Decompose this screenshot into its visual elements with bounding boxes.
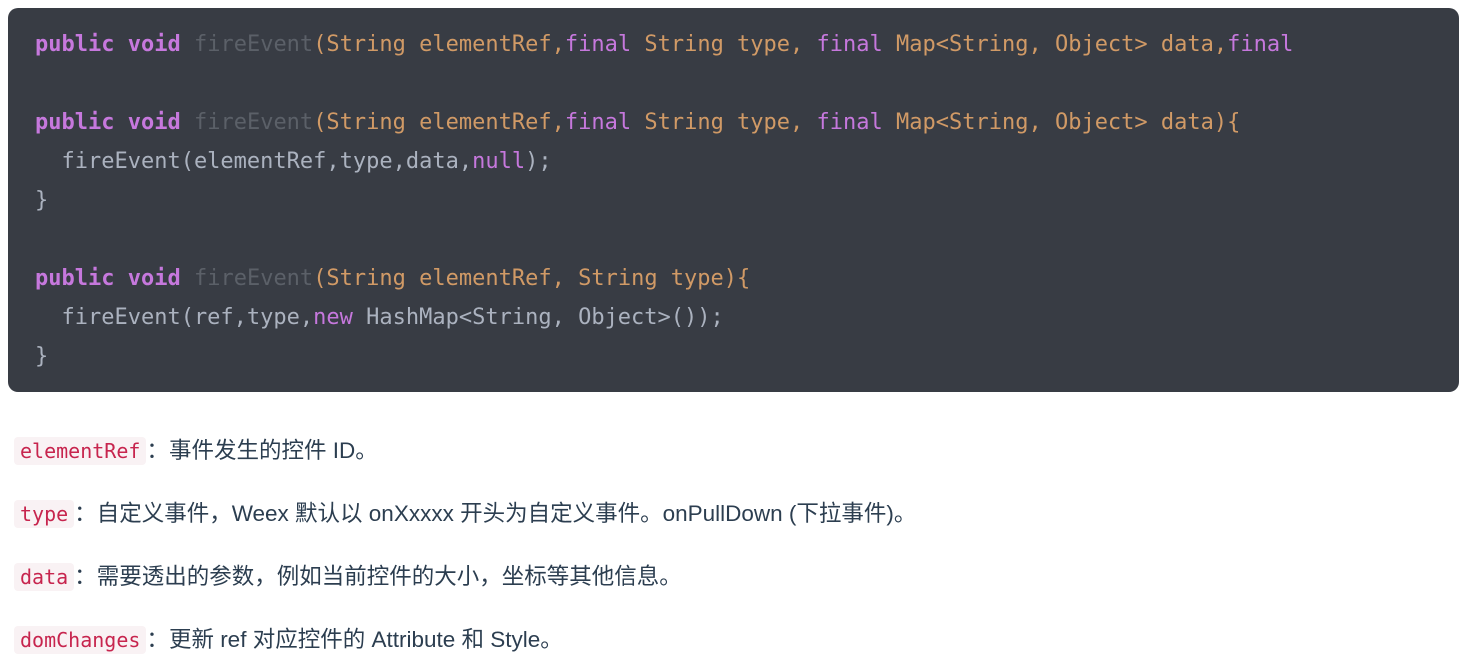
code-token: fireEvent(elementRef,type,data,	[35, 149, 473, 174]
code-token: Map<String, Object> data,	[882, 32, 1228, 57]
code-token: null	[472, 149, 526, 174]
code-token: Map<String, Object> data){	[882, 110, 1241, 135]
code-token: void	[127, 110, 181, 135]
code-token: (String elementRef,	[313, 32, 565, 57]
code-token: (String elementRef, String type){	[313, 266, 751, 291]
code-line: fireEvent(elementRef,type,data,null);	[35, 142, 1459, 181]
code-line: }	[35, 181, 1459, 220]
code-line: public void fireEvent(String elementRef,…	[35, 25, 1459, 64]
code-token: String type,	[631, 32, 817, 57]
inline-code-domChanges: domChanges	[14, 626, 147, 654]
code-token: final	[816, 32, 883, 57]
parameter-item-domChanges: domChanges ：更新 ref 对应控件的 Attribute 和 Styl…	[0, 623, 577, 657]
parameter-description: 需要透出的参数，例如当前控件的大小，坐标等其他信息。	[96, 564, 682, 589]
parameter-description: 自定义事件，Weex 默认以 onXxxxx 开头为自定义事件。onPullDo…	[96, 501, 917, 526]
code-block: public void fireEvent(String elementRef,…	[8, 8, 1459, 392]
code-token: final	[564, 110, 632, 135]
parameter-item-type: type ：自定义事件，Weex 默认以 onXxxxx 开头为自定义事件。onP…	[0, 497, 930, 531]
code-token: public	[35, 266, 115, 291]
separator: ：	[146, 438, 169, 463]
parameter-description: 事件发生的控件 ID。	[168, 438, 378, 463]
parameter-description: 更新 ref 对应控件的 Attribute 和 Style。	[168, 627, 563, 652]
code-token: final	[816, 110, 883, 135]
code-token: );	[525, 149, 552, 174]
documentation-page: public void fireEvent(String elementRef,…	[0, 0, 1481, 665]
separator: ：	[146, 627, 169, 652]
code-token: public	[35, 32, 115, 57]
code-lines: public void fireEvent(String elementRef,…	[8, 25, 1459, 376]
code-token: }	[35, 188, 49, 213]
inline-code-type: type	[14, 500, 75, 528]
code-line: public void fireEvent(String elementRef,…	[35, 103, 1459, 142]
code-token: HashMap<String, Object>());	[352, 305, 724, 330]
code-line: public void fireEvent(String elementRef,…	[35, 259, 1459, 298]
inline-code-elementRef: elementRef	[14, 437, 147, 465]
code-token: public	[35, 110, 115, 135]
code-token: void	[127, 266, 181, 291]
code-token: fireEvent	[193, 32, 314, 57]
code-token: final	[1227, 32, 1294, 57]
code-token: String type,	[631, 110, 817, 135]
code-token: final	[564, 32, 632, 57]
code-token: new	[313, 305, 353, 330]
code-token: fireEvent(ref,type,	[35, 305, 314, 330]
code-line: }	[35, 337, 1459, 376]
separator: ：	[74, 501, 97, 526]
code-token: fireEvent	[193, 266, 314, 291]
code-token: (String elementRef,	[313, 110, 565, 135]
code-line: fireEvent(ref,type,new HashMap<String, O…	[35, 298, 1459, 337]
separator: ：	[74, 564, 97, 589]
parameter-item-data: data ：需要透出的参数，例如当前控件的大小，坐标等其他信息。	[0, 560, 696, 594]
code-token: }	[35, 344, 49, 369]
code-token: void	[127, 32, 181, 57]
inline-code-data: data	[14, 563, 75, 591]
parameter-item-elementRef: elementRef ：事件发生的控件 ID。	[0, 434, 392, 468]
code-token: fireEvent	[193, 110, 314, 135]
